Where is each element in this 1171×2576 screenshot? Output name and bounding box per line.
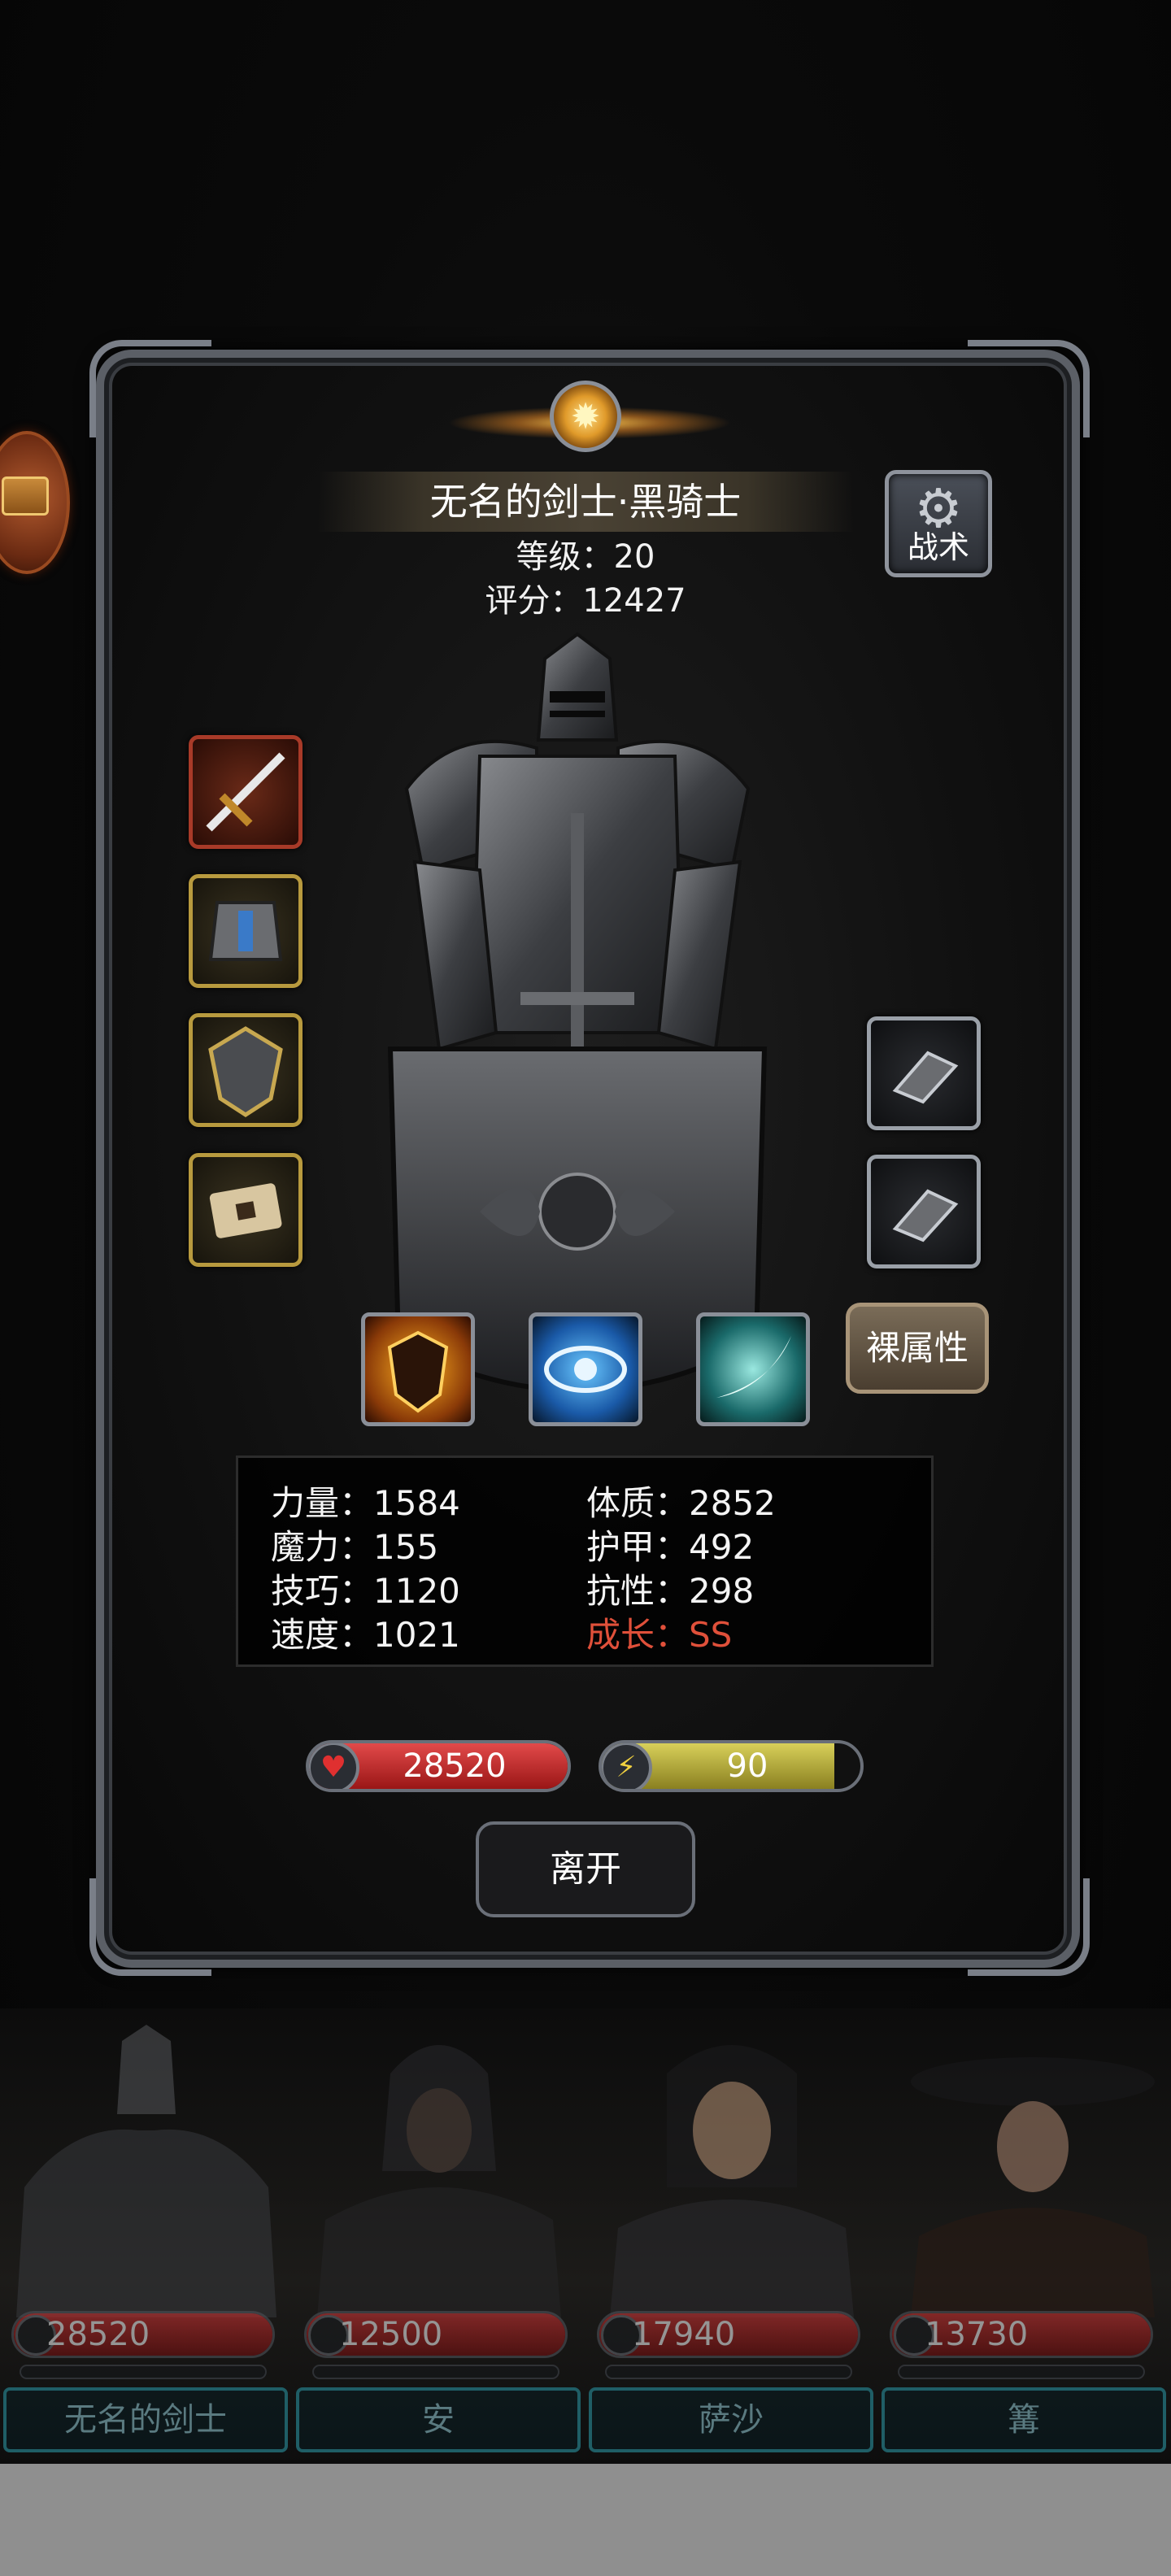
gauntlet-icon xyxy=(892,1189,959,1242)
slash-skill-icon xyxy=(716,1336,791,1398)
energy-value: 90 xyxy=(726,1747,768,1785)
skill-slot-3[interactable] xyxy=(696,1312,810,1426)
member-name: 无名的剑士 xyxy=(3,2387,288,2452)
panel-corner-ornament xyxy=(968,1878,1090,1976)
armor-icon xyxy=(208,901,283,961)
stats-panel: 力量：1584 魔力：155 技巧：1120 速度：1021 体质：2852 护… xyxy=(236,1456,934,1667)
member-hp-bar: 17940 xyxy=(597,2311,860,2358)
growth-label: 成长： xyxy=(586,1615,690,1655)
panel-corner-ornament xyxy=(89,340,211,437)
roster-member-3[interactable]: 17940 萨沙 xyxy=(586,2025,878,2472)
growth-value: SS xyxy=(689,1615,733,1655)
hat-portrait xyxy=(911,2057,1155,2317)
panel-corner-ornament xyxy=(968,340,1090,437)
sword-icon xyxy=(206,752,285,832)
hero-score: 评分：12427 xyxy=(485,582,686,620)
leave-button[interactable]: 离开 xyxy=(476,1821,695,1917)
member-energy-bar xyxy=(605,2365,852,2379)
stat-resistance: 抗性：298 xyxy=(586,1571,755,1611)
shield-slot[interactable] xyxy=(189,1013,303,1127)
naked-stats-button[interactable]: 裸属性 xyxy=(846,1303,989,1394)
hooded-portrait xyxy=(317,2045,561,2317)
member-name: 篝 xyxy=(882,2387,1166,2452)
tactics-button[interactable]: ⚙ 战术 xyxy=(885,470,992,577)
stat-constitution: 体质：2852 xyxy=(586,1483,776,1523)
member-hp-bar: 13730 xyxy=(890,2311,1153,2358)
eye-skill-icon xyxy=(544,1346,627,1393)
hero-level: 等级：20 xyxy=(516,538,655,576)
tactics-label: 战术 xyxy=(907,529,969,565)
roster-member-4[interactable]: 13730 篝 xyxy=(878,2025,1171,2472)
gauntlet-icon xyxy=(892,1051,959,1104)
shield-icon xyxy=(208,1026,283,1117)
member-energy-bar xyxy=(898,2365,1145,2379)
member-hp-bar: 12500 xyxy=(304,2311,568,2358)
treasure-chest-icon xyxy=(2,476,49,516)
skill-slot-1[interactable] xyxy=(361,1312,475,1426)
panel-corner-ornament xyxy=(89,1878,211,1976)
stat-armor: 护甲：492 xyxy=(586,1527,755,1567)
tome-icon xyxy=(209,1183,282,1238)
ring-slot-1[interactable] xyxy=(867,1016,981,1130)
hp-value: 28520 xyxy=(403,1747,507,1785)
knight-portrait xyxy=(16,2025,276,2317)
member-energy-bar xyxy=(312,2365,559,2379)
skill-slot-2[interactable] xyxy=(529,1312,642,1426)
member-hp: 17940 xyxy=(632,2316,736,2353)
member-energy-bar xyxy=(20,2365,267,2379)
weapon-slot[interactable] xyxy=(189,735,303,849)
sun-emblem-icon: ✹ xyxy=(550,381,621,452)
hero-title: 无名的剑士·黑骑士 xyxy=(429,480,742,524)
stat-skill: 技巧：1120 xyxy=(271,1571,460,1611)
roster-member-1[interactable]: 28520 无名的剑士 xyxy=(0,2025,293,2472)
nun-portrait xyxy=(610,2045,854,2317)
ring-slot-2[interactable] xyxy=(867,1155,981,1268)
energy-bar: ⚡ 90 xyxy=(599,1740,864,1792)
armor-slot[interactable] xyxy=(189,874,303,988)
stat-growth: 成长：SS xyxy=(586,1608,732,1657)
stat-magic: 魔力：155 xyxy=(271,1527,439,1567)
member-hp: 12500 xyxy=(339,2316,443,2353)
member-name: 安 xyxy=(296,2387,581,2452)
hp-bar: ♥ 28520 xyxy=(306,1740,571,1792)
bottom-strip xyxy=(0,2464,1171,2576)
stat-speed: 速度：1021 xyxy=(271,1615,460,1655)
fire-shield-skill-icon xyxy=(387,1330,449,1413)
member-hp: 13730 xyxy=(925,2316,1029,2353)
member-hp-bar: 28520 xyxy=(11,2311,275,2358)
accessory-slot[interactable] xyxy=(189,1153,303,1267)
stat-strength: 力量：1584 xyxy=(271,1483,460,1523)
member-name: 萨沙 xyxy=(589,2387,873,2452)
member-hp: 28520 xyxy=(46,2316,150,2353)
roster-member-2[interactable]: 12500 安 xyxy=(293,2025,586,2472)
